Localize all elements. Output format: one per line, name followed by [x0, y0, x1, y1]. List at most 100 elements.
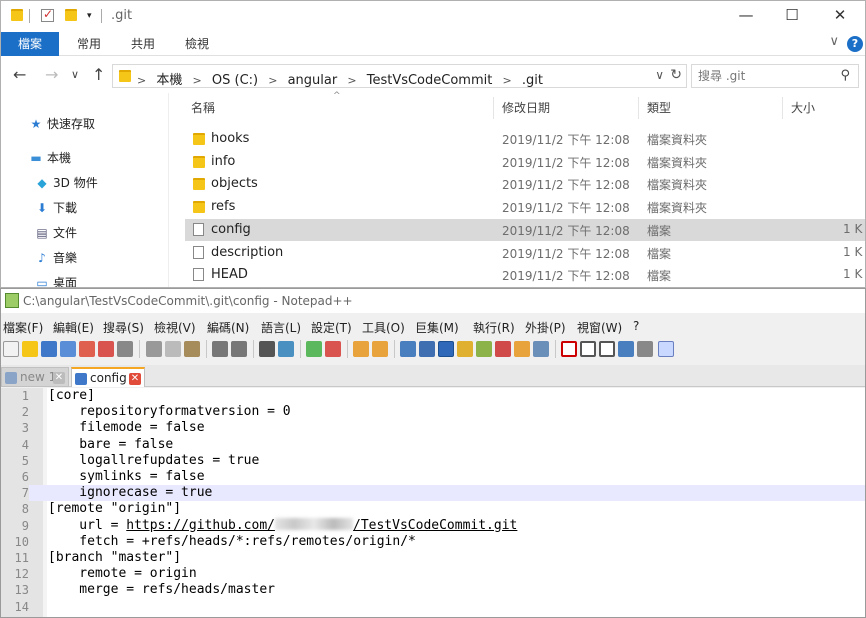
menu-view[interactable]: 檢視(V) [154, 319, 196, 336]
close-all-icon[interactable] [98, 341, 114, 357]
sync-vertical-icon[interactable] [353, 341, 369, 357]
replace-icon[interactable] [278, 341, 294, 357]
nav-item-documents[interactable]: ▤ 文件 [35, 224, 77, 244]
help-icon[interactable]: ? [847, 36, 863, 52]
nav-item-music[interactable]: ♪ 音樂 [35, 249, 77, 269]
menu-encoding[interactable]: 編碼(N) [207, 319, 249, 336]
menu-edit[interactable]: 編輯(E) [53, 319, 94, 336]
copy-icon[interactable] [165, 341, 181, 357]
menu-macro[interactable]: 巨集(M) [415, 319, 459, 336]
menu-language[interactable]: 語言(L) [261, 319, 301, 336]
menu-help[interactable]: ? [633, 319, 639, 333]
code-line[interactable]: 7 ignorecase = true [1, 485, 865, 502]
code-line[interactable]: 1 [core] [1, 388, 865, 404]
folder-workspace-icon[interactable] [514, 341, 530, 357]
file-row[interactable]: HEAD 2019/11/2 下午 12:08 檔案 1 K [185, 264, 865, 286]
breadcrumb-angular[interactable]: angular [288, 73, 338, 88]
new-file-icon[interactable] [3, 341, 19, 357]
zoom-out-icon[interactable] [325, 341, 341, 357]
column-header-size[interactable]: 大小 [791, 99, 815, 116]
run-macro-multiple-icon[interactable] [618, 341, 634, 357]
search-input[interactable] [698, 68, 828, 84]
column-divider[interactable] [782, 97, 783, 119]
breadcrumb-drive[interactable]: OS (C:) [212, 73, 258, 88]
menu-settings[interactable]: 設定(T) [311, 319, 352, 336]
code-line[interactable]: 4 bare = false [1, 437, 865, 453]
url-link[interactable]: /TestVsCodeCommit.git [353, 518, 517, 533]
column-divider[interactable] [493, 97, 494, 119]
expand-ribbon-icon[interactable]: ∨ [829, 34, 839, 49]
save-macro-icon[interactable] [637, 341, 653, 357]
code-line[interactable]: 12 remote = origin [1, 566, 865, 582]
paste-icon[interactable] [184, 341, 200, 357]
save-icon[interactable] [41, 341, 57, 357]
playback-icon[interactable] [599, 341, 615, 357]
menu-file[interactable]: 檔案(F) [3, 319, 43, 336]
up-arrow-icon[interactable]: ↑ [92, 65, 105, 84]
back-arrow-icon[interactable]: ← [13, 65, 26, 84]
record-macro-icon[interactable] [561, 341, 577, 357]
customize-toolbar-icon[interactable]: ▾ [87, 11, 92, 21]
address-bar[interactable]: > 本機 > OS (C:) > angular > TestVsCodeCom… [112, 64, 687, 88]
code-line[interactable]: 3 filemode = false [1, 420, 865, 436]
close-tab-icon[interactable]: ✕ [53, 372, 65, 384]
menu-run[interactable]: 執行(R) [473, 319, 515, 336]
code-editor[interactable]: 1 [core] 2 repositoryformatversion = 03 fi… [1, 388, 865, 617]
close-tab-icon[interactable]: ✕ [129, 373, 141, 385]
code-line[interactable]: 8 [remote "origin"] [1, 501, 865, 517]
menu-window[interactable]: 視窗(W) [577, 319, 622, 336]
code-line[interactable]: 11 [branch "master"] [1, 550, 865, 566]
code-line[interactable]: 6 symlinks = false [1, 469, 865, 485]
redo-icon[interactable] [231, 341, 247, 357]
address-dropdown-icon[interactable]: ∨ [655, 68, 664, 82]
function-list-icon[interactable] [495, 341, 511, 357]
sync-horizontal-icon[interactable] [372, 341, 388, 357]
undo-icon[interactable] [212, 341, 228, 357]
user-language-icon[interactable] [457, 341, 473, 357]
close-file-icon[interactable] [79, 341, 95, 357]
show-all-characters-icon[interactable] [419, 341, 435, 357]
search-box[interactable]: ⚲ [691, 64, 859, 88]
forward-arrow-icon[interactable]: → [45, 65, 58, 84]
tab-view[interactable]: 檢視 [171, 32, 223, 56]
find-icon[interactable] [259, 341, 275, 357]
nav-item-quick-access[interactable]: ★ 快速存取 [29, 115, 95, 135]
monitoring-icon[interactable] [533, 341, 549, 357]
word-wrap-icon[interactable] [400, 341, 416, 357]
file-row[interactable]: config 2019/11/2 下午 12:08 檔案 1 K [185, 218, 865, 241]
new-folder-icon[interactable] [65, 9, 77, 21]
save-all-icon[interactable] [60, 341, 76, 357]
maximize-button[interactable]: ☐ [769, 1, 815, 31]
code-line[interactable]: 10 fetch = +refs/heads/*:refs/remotes/or… [1, 534, 865, 550]
file-row[interactable]: refs 2019/11/2 下午 12:08 檔案資料夾 [185, 196, 865, 218]
zoom-in-icon[interactable] [306, 341, 322, 357]
column-divider[interactable] [638, 97, 639, 119]
nav-item-this-pc[interactable]: ▬ 本機 [29, 149, 71, 169]
tab-config[interactable]: config ✕ [71, 367, 145, 387]
menu-search[interactable]: 搜尋(S) [103, 319, 144, 336]
column-header-name[interactable]: 名稱 [191, 99, 215, 116]
minimize-button[interactable]: — [723, 1, 769, 31]
column-header-type[interactable]: 類型 [647, 99, 671, 116]
tab-new-1[interactable]: new 1 ✕ [1, 367, 69, 387]
tab-file[interactable]: 檔案 [1, 32, 59, 56]
file-row[interactable]: info 2019/11/2 下午 12:08 檔案資料夾 [185, 151, 865, 173]
tab-home[interactable]: 常用 [63, 32, 115, 56]
menu-plugins[interactable]: 外掛(P) [525, 319, 566, 336]
stop-recording-icon[interactable] [580, 341, 596, 357]
breadcrumb-git[interactable]: .git [522, 73, 543, 88]
nav-item-downloads[interactable]: ⬇ 下載 [35, 199, 77, 219]
properties-icon[interactable] [41, 7, 54, 22]
spell-check-icon[interactable] [658, 341, 674, 357]
breadcrumb-this-pc[interactable]: 本機 [156, 73, 182, 88]
file-row[interactable]: objects 2019/11/2 下午 12:08 檔案資料夾 [185, 173, 865, 195]
document-map-icon[interactable] [476, 341, 492, 357]
code-line[interactable]: 9 url = https://github.com/ /TestVsCodeCo… [1, 517, 865, 534]
cut-icon[interactable] [146, 341, 162, 357]
nav-item-desktop[interactable]: ▭ 桌面 [35, 274, 77, 287]
print-icon[interactable] [117, 341, 133, 357]
column-header-date[interactable]: 修改日期 [502, 99, 550, 116]
refresh-icon[interactable]: ↻ [670, 67, 682, 83]
file-row[interactable]: description 2019/11/2 下午 12:08 檔案 1 K [185, 242, 865, 264]
tab-share[interactable]: 共用 [117, 32, 169, 56]
